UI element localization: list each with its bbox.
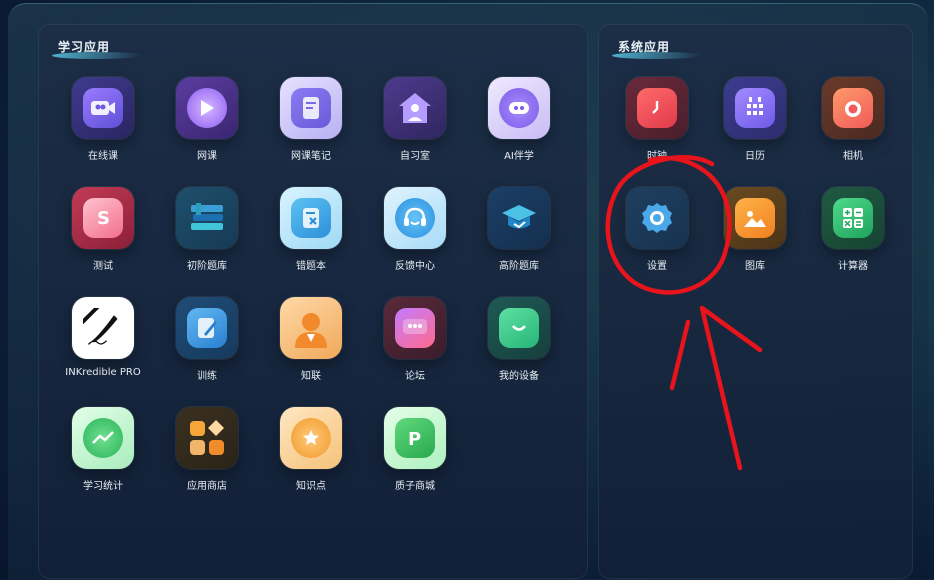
app-label: 时钟: [647, 151, 667, 162]
clock-icon: [626, 77, 688, 139]
app-label: 反馈中心: [395, 261, 435, 272]
app-label: 知联: [301, 371, 321, 382]
app-zhilian[interactable]: 知联: [266, 297, 356, 382]
notebook-icon: [280, 77, 342, 139]
svg-text:S: S: [97, 208, 110, 229]
app-ai-companion[interactable]: AI伴学: [474, 77, 564, 162]
study-room-icon: [384, 77, 446, 139]
system-apps-panel: 系统应用 时钟 日历 相机 设置 图库 计算器: [598, 24, 913, 579]
app-label: 网课笔记: [291, 151, 331, 162]
title-underline: [50, 52, 144, 59]
app-label: 网课: [197, 151, 217, 162]
svg-text:P: P: [408, 429, 421, 449]
p-shop-icon: P: [384, 407, 446, 469]
app-forum[interactable]: 论坛: [370, 297, 460, 382]
app-wrong-answers-book[interactable]: 错题本: [266, 187, 356, 272]
app-label: 应用商店: [187, 481, 227, 492]
star-bulb-icon: [280, 407, 342, 469]
app-calculator[interactable]: 计算器: [808, 187, 898, 272]
app-proton-mall[interactable]: P 质子商城: [370, 407, 460, 492]
stats-icon: [72, 407, 134, 469]
app-label: 计算器: [838, 261, 868, 272]
books-icon: [176, 187, 238, 249]
app-clock[interactable]: 时钟: [612, 77, 702, 162]
app-label: 测试: [93, 261, 113, 272]
pencil-book-icon: [176, 297, 238, 359]
gear-icon: [626, 187, 688, 249]
app-label: 训练: [197, 371, 217, 382]
device-icon: [488, 297, 550, 359]
play-icon: [176, 77, 238, 139]
app-knowledge-points[interactable]: 知识点: [266, 407, 356, 492]
app-label: 初阶题库: [187, 261, 227, 272]
app-label: 质子商城: [395, 481, 435, 492]
camera-icon: [822, 77, 884, 139]
app-label: 知识点: [296, 481, 326, 492]
app-advanced-question-bank[interactable]: 高阶题库: [474, 187, 564, 272]
app-test[interactable]: S 测试: [58, 187, 148, 272]
app-my-devices[interactable]: 我的设备: [474, 297, 564, 382]
person-icon: [280, 297, 342, 359]
wrong-notebook-icon: [280, 187, 342, 249]
pen-icon: [72, 297, 134, 359]
headset-icon: [384, 187, 446, 249]
app-basic-question-bank[interactable]: 初阶题库: [162, 187, 252, 272]
app-label: 我的设备: [499, 371, 539, 382]
online-class-icon: [72, 77, 134, 139]
test-icon: S: [72, 187, 134, 249]
app-label: 在线课: [88, 151, 118, 162]
app-label: 日历: [745, 151, 765, 162]
app-app-store[interactable]: 应用商店: [162, 407, 252, 492]
app-learning-stats[interactable]: 学习统计: [58, 407, 148, 492]
app-inkredible-pro[interactable]: INKredible PRO: [58, 297, 148, 378]
app-web-course[interactable]: 网课: [162, 77, 252, 162]
app-label: 论坛: [405, 371, 425, 382]
app-training[interactable]: 训练: [162, 297, 252, 382]
learning-apps-panel: 学习应用 在线课 网课 网课笔记 自习室 AI伴学 S 测试 初阶题库 错题本 …: [38, 24, 588, 579]
app-course-notes[interactable]: 网课笔记: [266, 77, 356, 162]
app-label: 错题本: [296, 261, 326, 272]
app-online-class[interactable]: 在线课: [58, 77, 148, 162]
graduation-cap-icon: [488, 187, 550, 249]
app-label: 高阶题库: [499, 261, 539, 272]
app-label: 图库: [745, 261, 765, 272]
chat-icon: [384, 297, 446, 359]
calculator-icon: [822, 187, 884, 249]
app-feedback-center[interactable]: 反馈中心: [370, 187, 460, 272]
app-label: 自习室: [400, 151, 430, 162]
title-underline: [610, 52, 704, 59]
app-study-room[interactable]: 自习室: [370, 77, 460, 162]
app-camera[interactable]: 相机: [808, 77, 898, 162]
ai-mascot-icon: [488, 77, 550, 139]
gallery-icon: [724, 187, 786, 249]
app-store-icon: [176, 407, 238, 469]
app-calendar[interactable]: 日历: [710, 77, 800, 162]
calendar-icon: [724, 77, 786, 139]
app-label: 相机: [843, 151, 863, 162]
app-settings[interactable]: 设置: [612, 187, 702, 272]
app-gallery[interactable]: 图库: [710, 187, 800, 272]
app-label: AI伴学: [504, 151, 534, 162]
app-label: 学习统计: [83, 481, 123, 492]
app-label: INKredible PRO: [65, 367, 141, 378]
app-label: 设置: [647, 261, 667, 272]
